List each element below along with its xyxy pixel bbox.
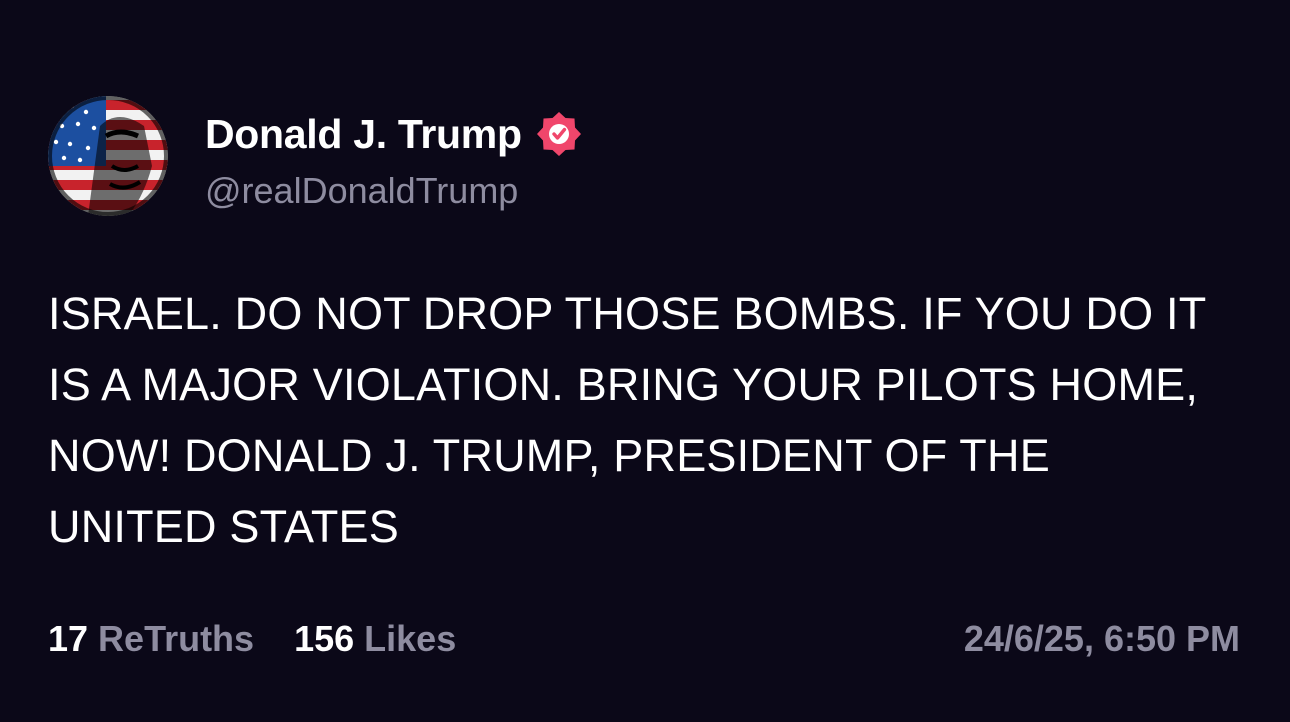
author-name-row: Donald J. Trump — [205, 108, 584, 160]
retruths-count: 17 — [48, 618, 89, 659]
retruths-label: ReTruths — [98, 618, 255, 659]
post-timestamp[interactable]: 24/6/25, 6:50 PM — [964, 618, 1240, 660]
retruths-stat[interactable]: 17 ReTruths — [48, 618, 254, 660]
post-text: ISRAEL. DO NOT DROP THOSE BOMBS. IF YOU … — [48, 288, 1206, 552]
verified-badge-icon — [536, 112, 581, 156]
author-handle[interactable]: @realDonaldTrump — [205, 170, 518, 212]
author-display-name[interactable]: Donald J. Trump — [205, 111, 522, 158]
avatar-image — [48, 96, 168, 216]
post-stats: 17 ReTruths 156 Likes — [48, 618, 456, 660]
likes-count: 156 — [294, 618, 355, 659]
avatar[interactable] — [48, 96, 168, 216]
post-card: Donald J. Trump @realDonaldTrump ISRAEL.… — [0, 0, 1290, 722]
likes-label: Likes — [364, 618, 457, 659]
likes-stat[interactable]: 156 Likes — [294, 618, 456, 660]
